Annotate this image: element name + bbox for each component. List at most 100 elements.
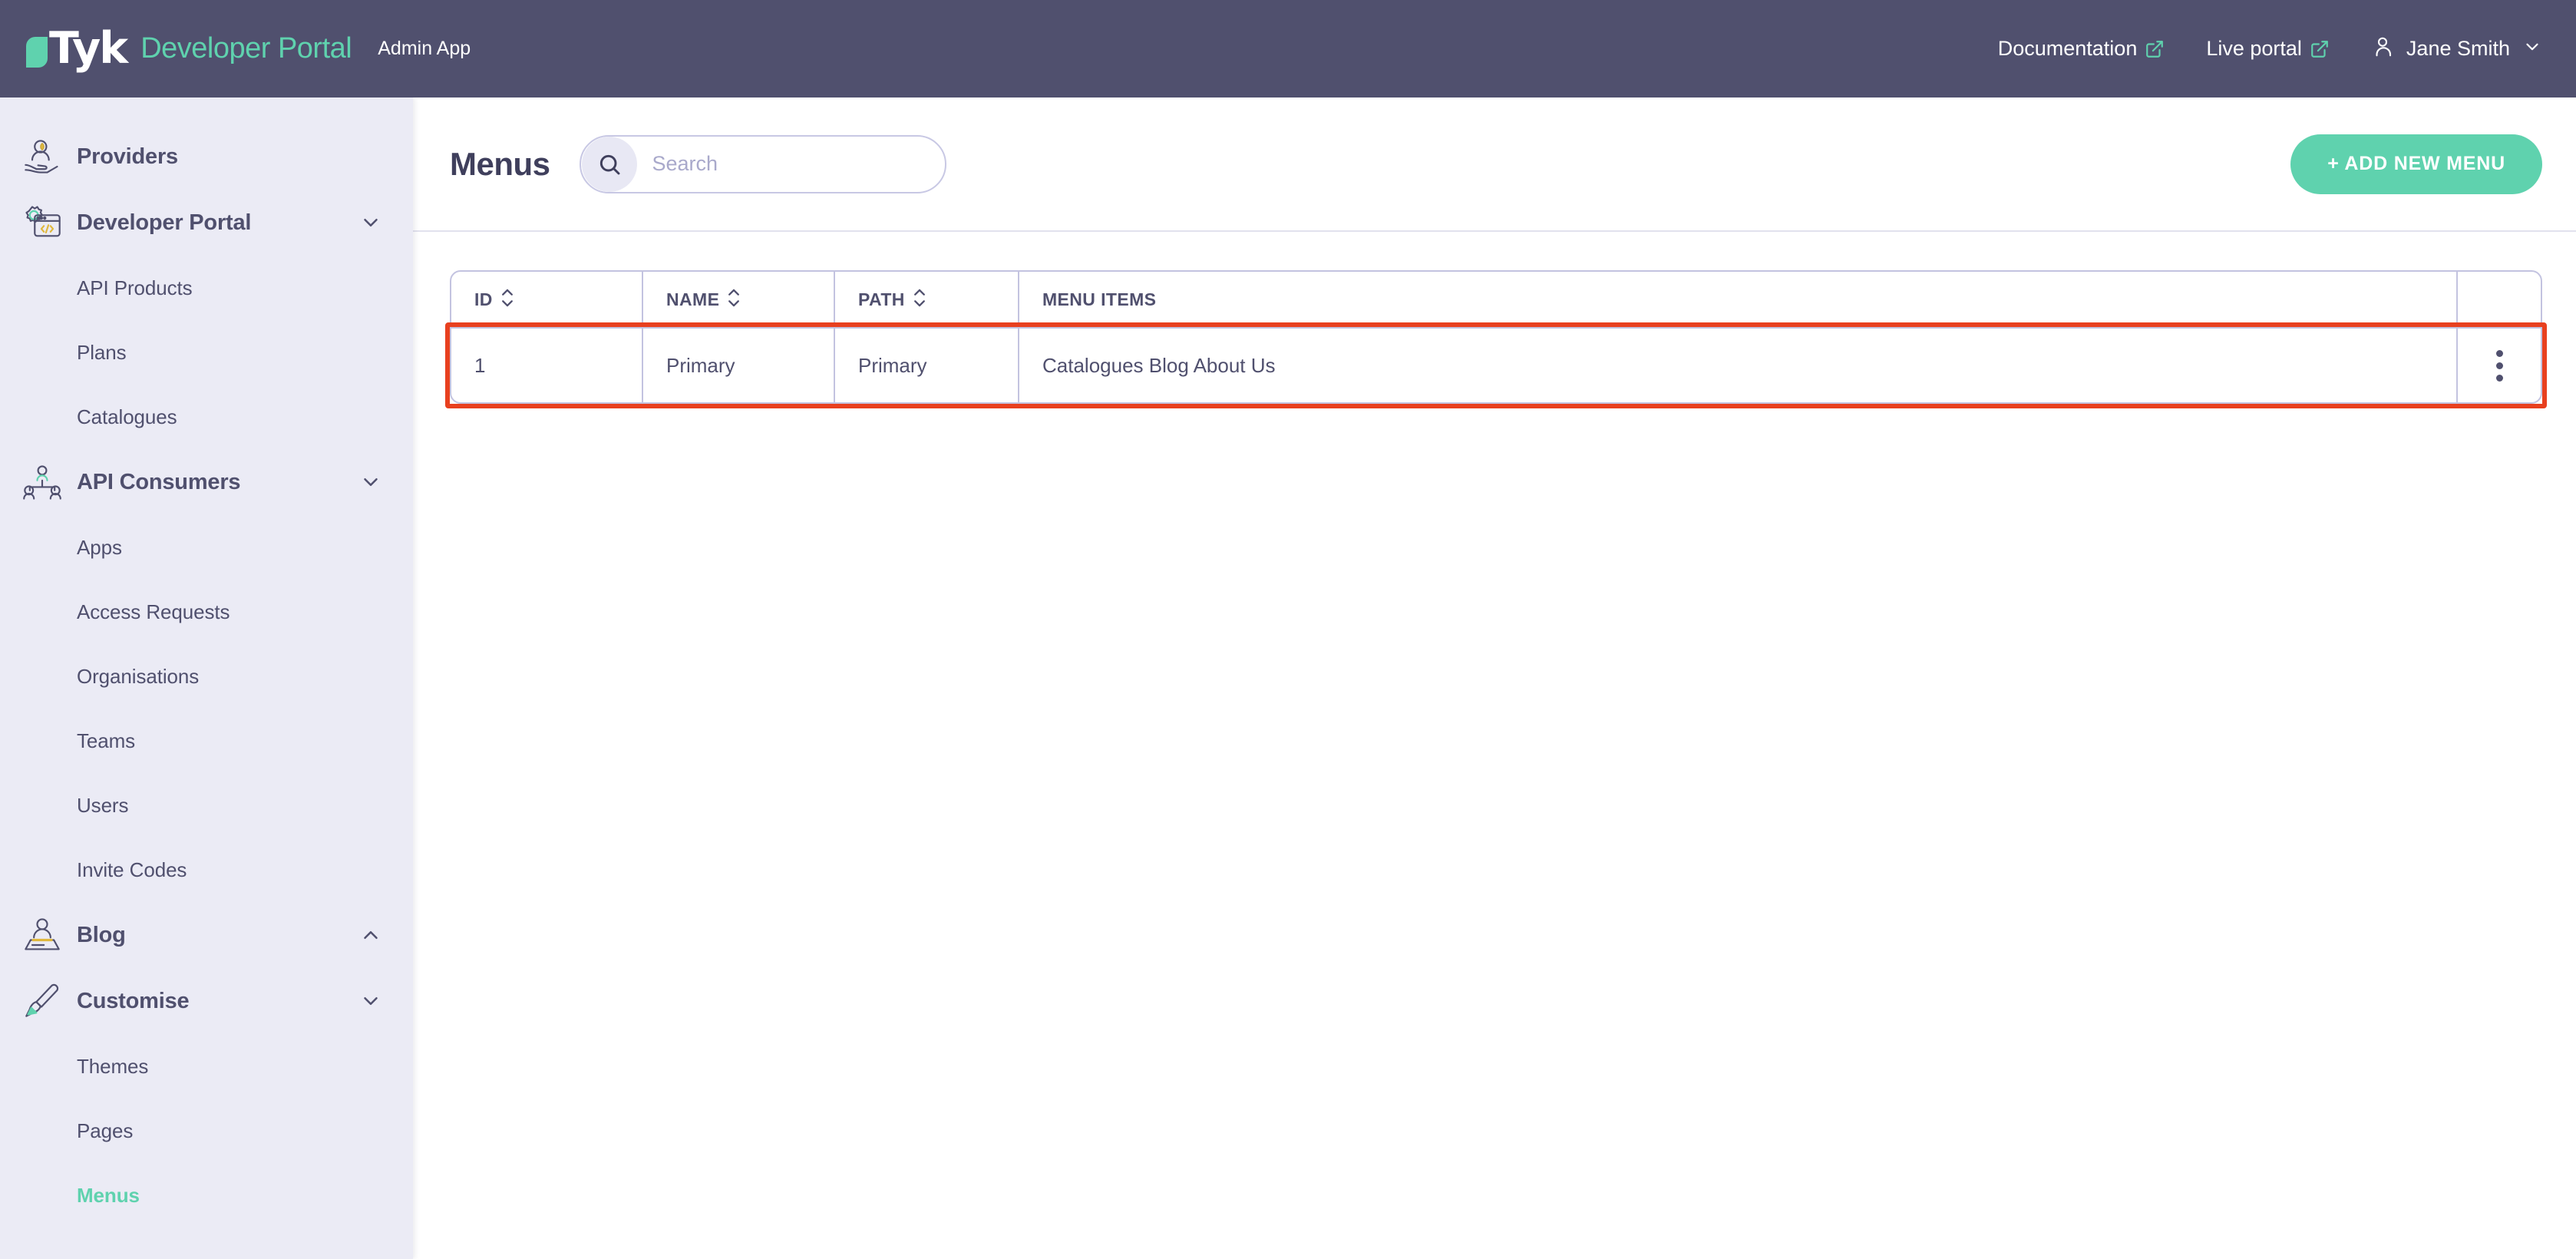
sidebar-group-customise[interactable]: Customise [0, 968, 413, 1034]
row-actions-menu-icon[interactable] [2484, 350, 2515, 382]
brand-subtitle: Developer Portal [140, 32, 352, 65]
sidebar-item-label: Access Requests [77, 600, 230, 624]
add-new-menu-button[interactable]: + ADD NEW MENU [2290, 134, 2542, 194]
sidebar-item-themes[interactable]: Themes [0, 1034, 413, 1099]
sidebar-item-label: Organisations [77, 665, 199, 689]
column-header-menu-items: MENU ITEMS [1019, 272, 2458, 329]
column-header-id[interactable]: ID [451, 272, 643, 329]
chevron-down-icon[interactable] [359, 990, 382, 1013]
column-header-actions [2458, 272, 2541, 329]
documentation-label: Documentation [1998, 37, 2138, 61]
header-right-actions: Documentation Live portal [1998, 35, 2542, 63]
cell-value: 1 [474, 354, 485, 377]
live-portal-link[interactable]: Live portal [2206, 37, 2330, 61]
tyk-leaf-icon [26, 37, 48, 68]
cell-menu-items: Catalogues Blog About Us [1019, 329, 2458, 402]
column-header-label: MENU ITEMS [1042, 289, 1156, 310]
sidebar-group-label: Providers [77, 144, 178, 170]
table-row[interactable]: 1 Primary Primary Catalogues Blog About … [451, 329, 2541, 402]
sidebar-item-plans[interactable]: Plans [0, 320, 413, 385]
search-icon [582, 137, 637, 192]
customise-icon [17, 978, 68, 1024]
sidebar-item-label: Teams [77, 729, 135, 753]
tyk-logo-icon: Tyk [26, 27, 127, 71]
menus-table: ID [450, 270, 2542, 404]
sidebar-group-label: Customise [77, 989, 189, 1014]
chevron-up-icon[interactable] [359, 924, 382, 947]
table-header-row: ID [451, 272, 2541, 329]
table-head: ID [451, 272, 2541, 329]
external-link-icon [2310, 39, 2330, 59]
sidebar-item-label: Menus [77, 1184, 140, 1208]
sidebar-group-label: API Consumers [77, 470, 240, 495]
sidebar-item-organisations[interactable]: Organisations [0, 644, 413, 709]
sidebar-item-api-products[interactable]: API Products [0, 256, 413, 320]
sort-icon[interactable] [727, 288, 741, 312]
sort-icon[interactable] [500, 288, 514, 312]
sidebar-item-access-requests[interactable]: Access Requests [0, 580, 413, 644]
api-consumers-icon [17, 459, 68, 505]
sidebar-item-label: Plans [77, 341, 127, 365]
sidebar-group-developer-portal[interactable]: Developer Portal [0, 190, 413, 256]
sidebar-item-teams[interactable]: Teams [0, 709, 413, 773]
sidebar-group-blog[interactable]: Blog [0, 902, 413, 968]
external-link-icon [2145, 39, 2165, 59]
sidebar-item-catalogues[interactable]: Catalogues [0, 385, 413, 449]
column-header-label: PATH [858, 289, 905, 310]
sidebar-item-label: Invite Codes [77, 858, 187, 882]
sidebar-item-invite-codes[interactable]: Invite Codes [0, 838, 413, 902]
search-input[interactable] [637, 152, 945, 176]
sidebar-group-label: Developer Portal [77, 210, 251, 236]
providers-icon [17, 134, 68, 180]
cell-value: Primary [666, 354, 735, 377]
table-body: 1 Primary Primary Catalogues Blog About … [451, 329, 2541, 402]
sidebar-item-users[interactable]: Users [0, 773, 413, 838]
live-portal-label: Live portal [2206, 37, 2302, 61]
sidebar-item-label: Users [77, 794, 128, 818]
blog-icon [17, 912, 68, 958]
column-header-name[interactable]: NAME [643, 272, 835, 329]
cell-row-actions [2458, 329, 2541, 402]
admin-app-label: Admin App [378, 38, 471, 60]
app-root: Tyk Developer Portal Admin App Documenta… [0, 0, 2576, 1259]
content-area: ID [413, 232, 2576, 1259]
sort-icon[interactable] [913, 288, 926, 312]
page-title: Menus [450, 146, 550, 183]
chevron-down-icon[interactable] [359, 471, 382, 494]
sidebar-item-pages[interactable]: Pages [0, 1099, 413, 1163]
cell-name: Primary [643, 329, 835, 402]
body-region: Providers Developer Portal [0, 97, 2576, 1259]
top-header-bar: Tyk Developer Portal Admin App Documenta… [0, 0, 2576, 97]
user-menu[interactable]: Jane Smith [2371, 35, 2542, 63]
main-content: Menus + ADD NEW MENU [413, 97, 2576, 1259]
sidebar-item-label: Catalogues [77, 405, 177, 429]
search-box[interactable] [580, 135, 946, 193]
cell-id: 1 [451, 329, 643, 402]
sidebar-item-label: Pages [77, 1119, 133, 1143]
sidebar-item-apps[interactable]: Apps [0, 515, 413, 580]
column-header-label: ID [474, 289, 493, 310]
user-avatar-icon [2371, 35, 2394, 63]
chevron-down-icon[interactable] [359, 211, 382, 234]
sidebar-item-label: API Products [77, 276, 193, 300]
sidebar-group-label: Blog [77, 923, 126, 948]
sidebar-item-label: Themes [77, 1055, 148, 1079]
cell-value: Catalogues Blog About Us [1042, 354, 1276, 377]
brand-name: Tyk [49, 27, 127, 71]
developer-portal-icon [17, 200, 68, 246]
user-name-label: Jane Smith [2406, 37, 2510, 61]
brand[interactable]: Tyk Developer Portal Admin App [26, 27, 471, 71]
sidebar-navigation: Providers Developer Portal [0, 97, 413, 1259]
sidebar-group-providers[interactable]: Providers [0, 124, 413, 190]
sidebar-item-menus[interactable]: Menus [0, 1163, 413, 1228]
menus-table-wrapper: ID [450, 270, 2542, 404]
column-header-label: NAME [666, 289, 719, 310]
sidebar-group-api-consumers[interactable]: API Consumers [0, 449, 413, 515]
cell-value: Primary [858, 354, 927, 377]
chevron-down-icon [2522, 37, 2542, 61]
sidebar-item-label: Apps [77, 536, 122, 560]
cell-path: Primary [835, 329, 1019, 402]
documentation-link[interactable]: Documentation [1998, 37, 2165, 61]
column-header-path[interactable]: PATH [835, 272, 1019, 329]
page-toolbar: Menus + ADD NEW MENU [413, 97, 2576, 232]
